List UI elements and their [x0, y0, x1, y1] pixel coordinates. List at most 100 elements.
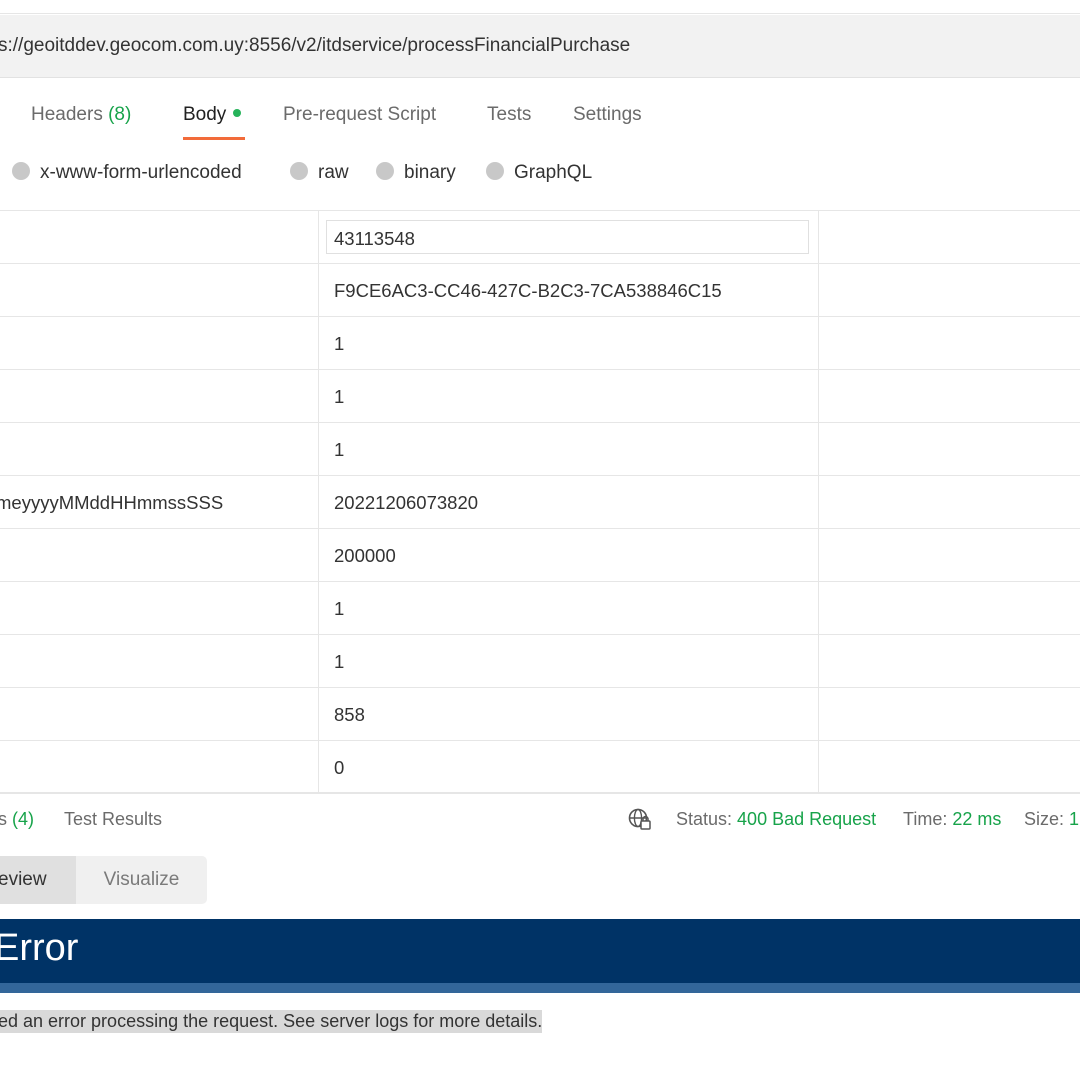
value-text: F9CE6AC3-CC46-427C-B2C3-7CA538846C15 [334, 280, 722, 301]
key-cell[interactable] [0, 688, 319, 740]
key-cell[interactable] [0, 635, 319, 687]
description-cell[interactable] [819, 476, 1080, 528]
key-text: meyyyyMMddHHmmssSSS [0, 492, 224, 513]
response-time: Time: 22 ms [903, 809, 1001, 830]
key-cell[interactable] [0, 264, 319, 316]
error-message: ed an error processing the request. See … [0, 1010, 543, 1033]
tab-body[interactable]: Body [183, 104, 242, 126]
table-row: meyyyyMMddHHmmssSSS 20221206073820 [0, 476, 1080, 529]
description-cell[interactable] [819, 211, 1080, 263]
value-cell[interactable]: 858 [319, 688, 819, 740]
key-cell[interactable] [0, 741, 319, 793]
tab-tests[interactable]: Tests [487, 104, 531, 126]
time-label: Time: [903, 809, 948, 829]
response-headers-label: s [0, 809, 7, 829]
body-type-label: raw [318, 162, 349, 183]
url-bar[interactable]: s://geoitddev.geocom.com.uy:8556/v2/itds… [0, 15, 1080, 78]
table-row: 1 [0, 635, 1080, 688]
description-cell[interactable] [819, 370, 1080, 422]
value-cell[interactable]: 1 [319, 370, 819, 422]
response-bar: s (4) Test Results Status: 400 Bad Reque… [0, 792, 1080, 843]
value-cell[interactable]: 1 [319, 635, 819, 687]
tab-headers-label: Headers [31, 104, 103, 125]
error-banner: Error [0, 919, 1080, 983]
body-type-graphql[interactable]: GraphQL [486, 161, 593, 184]
active-tab-underline [183, 137, 245, 140]
error-banner-stripe [0, 983, 1080, 993]
table-row: 200000 [0, 529, 1080, 582]
tab-preview-label: eview [0, 869, 47, 890]
key-cell[interactable] [0, 423, 319, 475]
tab-test-results[interactable]: Test Results [64, 809, 162, 830]
value-cell[interactable]: 1 [319, 423, 819, 475]
description-cell[interactable] [819, 635, 1080, 687]
body-type-binary[interactable]: binary [376, 161, 456, 184]
description-cell[interactable] [819, 264, 1080, 316]
value-cell[interactable]: 0 [319, 741, 819, 793]
value-cell[interactable]: 43113548 [319, 211, 819, 263]
size-value[interactable]: 1. [1069, 809, 1080, 829]
tab-preview[interactable]: eview [0, 856, 76, 904]
key-cell[interactable] [0, 317, 319, 369]
table-row: 43113548 [0, 211, 1080, 264]
tab-visualize[interactable]: Visualize [76, 856, 207, 904]
response-headers-count: (4) [12, 809, 35, 829]
form-data-table: 43113548 F9CE6AC3-CC46-427C-B2C3-7CA5388… [0, 210, 1080, 794]
table-row: 858 [0, 688, 1080, 741]
body-type-urlencoded[interactable]: x-www-form-urlencoded [12, 161, 242, 184]
response-size: Size: 1. [1024, 809, 1080, 830]
value-text: 200000 [334, 545, 396, 566]
size-label: Size: [1024, 809, 1065, 829]
value-text: 20221206073820 [334, 492, 479, 513]
body-type-label: GraphQL [514, 162, 593, 183]
value-text: 0 [334, 757, 345, 778]
key-cell[interactable] [0, 211, 319, 263]
tab-settings[interactable]: Settings [573, 104, 642, 126]
table-row: 0 [0, 741, 1080, 794]
status-value[interactable]: 400 Bad Request [737, 809, 876, 829]
value-text: 858 [334, 704, 365, 725]
key-cell[interactable]: meyyyyMMddHHmmssSSS [0, 476, 319, 528]
globe-lock-icon[interactable] [628, 807, 652, 831]
tab-response-headers[interactable]: s (4) [0, 809, 34, 830]
table-row: 1 [0, 423, 1080, 476]
value-input[interactable]: 43113548 [326, 220, 809, 254]
description-cell[interactable] [819, 582, 1080, 634]
request-url[interactable]: s://geoitddev.geocom.com.uy:8556/v2/itds… [0, 35, 630, 57]
body-type-label: x-www-form-urlencoded [40, 162, 242, 183]
radio-icon [12, 161, 30, 180]
key-cell[interactable] [0, 370, 319, 422]
value-cell[interactable]: 1 [319, 317, 819, 369]
response-view-tabs: eview Visualize [0, 856, 207, 904]
radio-icon [486, 161, 504, 180]
tab-headers-count: (8) [108, 104, 132, 125]
value-text: 1 [334, 333, 345, 354]
time-value[interactable]: 22 ms [952, 809, 1001, 829]
value-cell[interactable]: F9CE6AC3-CC46-427C-B2C3-7CA538846C15 [319, 264, 819, 316]
window-top-strip [0, 0, 1080, 14]
table-row: 1 [0, 582, 1080, 635]
key-cell[interactable] [0, 582, 319, 634]
body-type-label: binary [404, 162, 456, 183]
value-text: 43113548 [334, 228, 415, 249]
tab-headers[interactable]: Headers (8) [31, 104, 131, 126]
description-cell[interactable] [819, 741, 1080, 793]
description-cell[interactable] [819, 423, 1080, 475]
description-cell[interactable] [819, 529, 1080, 581]
table-row: 1 [0, 317, 1080, 370]
value-text: 1 [334, 598, 345, 619]
tab-prerequest-script[interactable]: Pre-request Script [283, 104, 436, 126]
value-cell[interactable]: 20221206073820 [319, 476, 819, 528]
error-title: Error [0, 927, 79, 969]
value-text: 1 [334, 439, 345, 460]
key-cell[interactable] [0, 529, 319, 581]
response-status: Status: 400 Bad Request [676, 809, 876, 830]
tab-body-label: Body [183, 104, 227, 125]
body-type-raw[interactable]: raw [290, 161, 349, 184]
body-type-selector: x-www-form-urlencoded raw binary GraphQL [0, 150, 1080, 200]
value-cell[interactable]: 1 [319, 582, 819, 634]
description-cell[interactable] [819, 317, 1080, 369]
description-cell[interactable] [819, 688, 1080, 740]
table-row: 1 [0, 370, 1080, 423]
value-cell[interactable]: 200000 [319, 529, 819, 581]
